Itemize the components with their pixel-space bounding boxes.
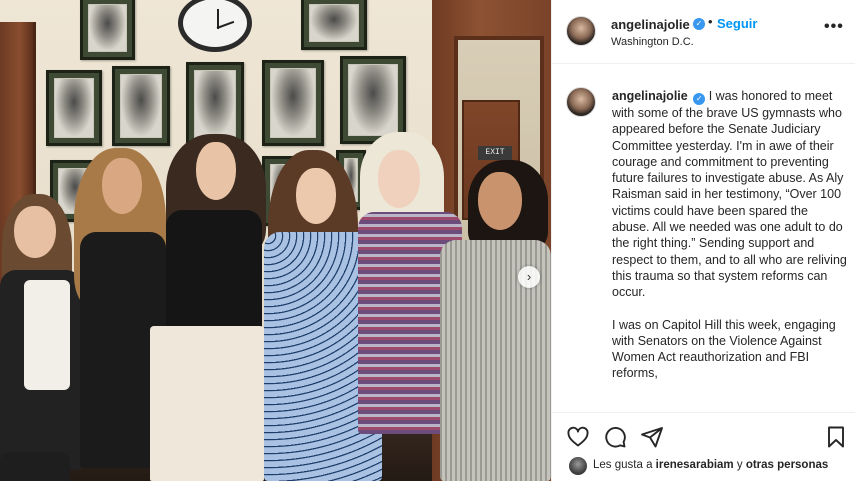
action-bar: [552, 412, 855, 456]
post-sidebar: angelinajolie ✓ • Seguir Washington D.C.…: [551, 0, 855, 481]
portrait-frame: [340, 56, 406, 144]
likes-text[interactable]: Les gusta a irenesarabiam y otras person…: [593, 459, 828, 471]
likes-summary: Les gusta a irenesarabiam y otras person…: [552, 452, 855, 480]
likes-connector: y: [736, 459, 743, 471]
more-options-icon[interactable]: •••: [824, 18, 844, 36]
liker-username[interactable]: irenesarabiam: [656, 459, 734, 471]
caption-paragraph-2: I was on Capitol Hill this week, engagin…: [612, 317, 836, 381]
verified-badge-icon: ✓: [693, 18, 705, 30]
post-caption: angelinajolie ✓ I was honored to meet wi…: [612, 88, 848, 398]
likes-others-link[interactable]: otras personas: [746, 459, 828, 471]
exit-sign: EXIT: [478, 146, 512, 160]
portrait-frame: [46, 70, 102, 146]
caption-area: angelinajolie ✓ I was honored to meet wi…: [552, 65, 855, 411]
author-avatar[interactable]: [566, 16, 596, 46]
portrait-frame: [301, 0, 367, 50]
separator-dot: •: [708, 14, 713, 29]
chair: [0, 452, 70, 481]
paper-plane-icon[interactable]: [640, 425, 664, 449]
follow-button[interactable]: Seguir: [717, 16, 757, 31]
heart-icon[interactable]: [566, 425, 590, 449]
portrait-frame: [112, 66, 170, 146]
post-header: angelinajolie ✓ • Seguir Washington D.C.…: [552, 0, 855, 64]
portrait-frame: [80, 0, 135, 60]
verified-badge-icon: ✓: [693, 93, 706, 105]
likes-prefix: Les gusta a: [593, 459, 653, 471]
post-location[interactable]: Washington D.C.: [611, 36, 694, 48]
bookmark-icon[interactable]: [824, 425, 848, 449]
comment-icon[interactable]: [603, 425, 627, 449]
liker-avatar[interactable]: [569, 457, 587, 475]
author-username[interactable]: angelinajolie: [611, 17, 690, 32]
portrait-frame: [262, 60, 324, 146]
caption-author-avatar[interactable]: [566, 87, 596, 117]
caption-username[interactable]: angelinajolie: [612, 89, 688, 103]
post-photo[interactable]: EXIT ›: [0, 0, 551, 481]
caption-paragraph-1: I was honored to meet with some of the b…: [612, 89, 847, 300]
next-photo-button[interactable]: ›: [518, 266, 540, 288]
wall-clock: [178, 0, 252, 52]
